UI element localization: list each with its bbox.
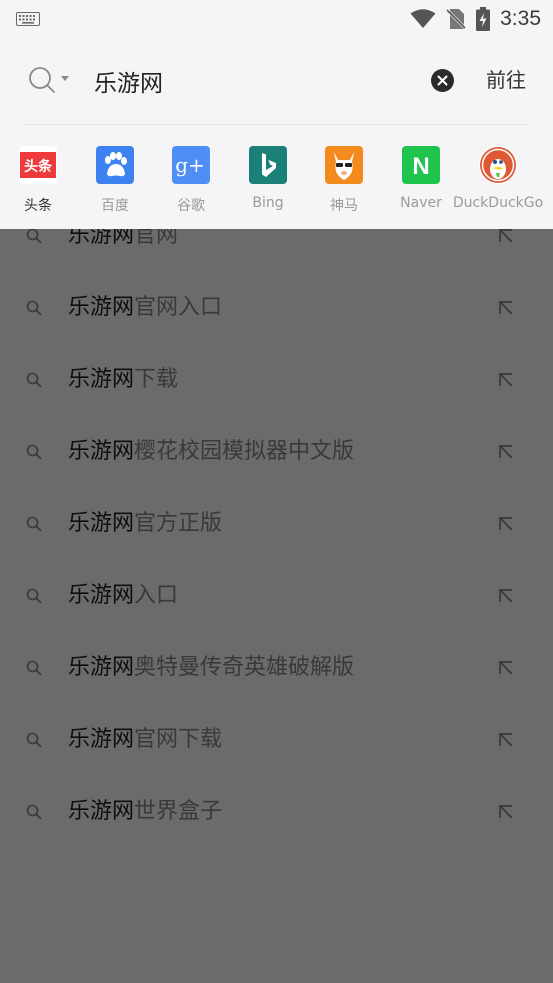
naver-logo-text: N	[412, 153, 429, 180]
fill-query-arrow-icon[interactable]	[497, 443, 515, 461]
search-engine-list: 头条 头条 百度 g+ 谷歌 Bing 神马 N Naver DuckDuckG…	[0, 140, 553, 220]
naver-icon: N	[402, 146, 440, 184]
suggestion-text: 乐游网官方正版	[68, 511, 223, 536]
suggestion-item[interactable]: 乐游网入口	[0, 560, 553, 632]
suggestion-item[interactable]: 乐游网樱花校园模拟器中文版	[0, 416, 553, 488]
suggestion-item[interactable]: 乐游网官网下载	[0, 704, 553, 776]
suggestion-text: 乐游网官网入口	[68, 295, 223, 320]
engine-google[interactable]: g+ 谷歌	[153, 140, 229, 220]
chevron-down-icon[interactable]	[61, 76, 69, 82]
search-icon	[26, 588, 42, 604]
wifi-icon	[410, 9, 436, 28]
bing-icon	[249, 146, 287, 184]
engine-baidu[interactable]: 百度	[77, 140, 153, 220]
fill-query-arrow-icon[interactable]	[497, 227, 515, 245]
suggestion-text: 乐游网奥特曼传奇英雄破解版	[68, 655, 355, 680]
screen: 乐游网官网 乐游网官网入口 乐游网下载 乐游网樱花校园模拟器中文版 乐游网官方正…	[0, 0, 553, 983]
no-sim-icon	[446, 8, 467, 30]
suggestion-text: 乐游网樱花校园模拟器中文版	[68, 439, 355, 464]
status-time: 3:35	[500, 7, 541, 30]
search-icon	[26, 300, 42, 316]
toutiao-logo-text: 头条	[24, 158, 53, 175]
search-icon	[26, 660, 42, 676]
baidu-paw-icon	[96, 146, 134, 184]
divider	[24, 124, 529, 125]
engine-naver[interactable]: N Naver	[383, 140, 459, 220]
engine-toutiao[interactable]: 头条 头条	[0, 140, 76, 220]
clear-button[interactable]	[431, 69, 454, 92]
engine-label: DuckDuckGo	[452, 195, 544, 211]
fill-query-arrow-icon[interactable]	[497, 803, 515, 821]
search-icon[interactable]	[28, 66, 56, 94]
suggestion-text: 乐游网世界盒子	[68, 799, 223, 824]
fill-query-arrow-icon[interactable]	[497, 515, 515, 533]
search-icon	[26, 804, 42, 820]
suggestion-item[interactable]: 乐游网奥特曼传奇英雄破解版	[0, 632, 553, 704]
google-logo-text: g+	[175, 153, 205, 177]
suggestion-list: 乐游网官网 乐游网官网入口 乐游网下载 乐游网樱花校园模拟器中文版 乐游网官方正…	[0, 200, 553, 983]
suggestion-item[interactable]: 乐游网世界盒子	[0, 776, 553, 848]
fill-query-arrow-icon[interactable]	[497, 587, 515, 605]
duckduckgo-icon	[479, 146, 517, 184]
search-icon	[26, 372, 42, 388]
clear-icon	[437, 75, 448, 86]
engine-shenma[interactable]: 神马	[306, 140, 382, 220]
status-icons: 3:35	[410, 5, 541, 33]
suggestion-item[interactable]: 乐游网官方正版	[0, 488, 553, 560]
battery-charging-icon	[476, 7, 491, 31]
fill-query-arrow-icon[interactable]	[497, 299, 515, 317]
suggestion-item[interactable]: 乐游网官网入口	[0, 272, 553, 344]
search-icon	[26, 444, 42, 460]
engine-bing[interactable]: Bing	[230, 140, 306, 220]
keyboard-icon	[16, 12, 40, 26]
google-plus-icon: g+	[172, 146, 210, 184]
fill-query-arrow-icon[interactable]	[497, 659, 515, 677]
suggestion-text: 乐游网入口	[68, 583, 179, 608]
search-panel: 3:35 前往 头条 头条	[0, 0, 553, 229]
search-icon	[26, 228, 42, 244]
suggestion-text: 乐游网官网下载	[68, 727, 223, 752]
suggestion-item[interactable]: 乐游网下载	[0, 344, 553, 416]
shenma-alpaca-icon	[325, 146, 363, 184]
search-icon	[26, 732, 42, 748]
go-button[interactable]: 前往	[486, 66, 526, 94]
fill-query-arrow-icon[interactable]	[497, 731, 515, 749]
status-bar: 3:35	[0, 0, 553, 38]
search-bar: 前往	[0, 52, 553, 110]
search-icon	[26, 516, 42, 532]
search-input[interactable]	[94, 64, 414, 98]
suggestion-text: 乐游网下载	[68, 367, 179, 392]
toutiao-logo: 头条	[19, 146, 57, 184]
engine-duckduckgo[interactable]: DuckDuckGo	[453, 140, 543, 220]
fill-query-arrow-icon[interactable]	[497, 371, 515, 389]
